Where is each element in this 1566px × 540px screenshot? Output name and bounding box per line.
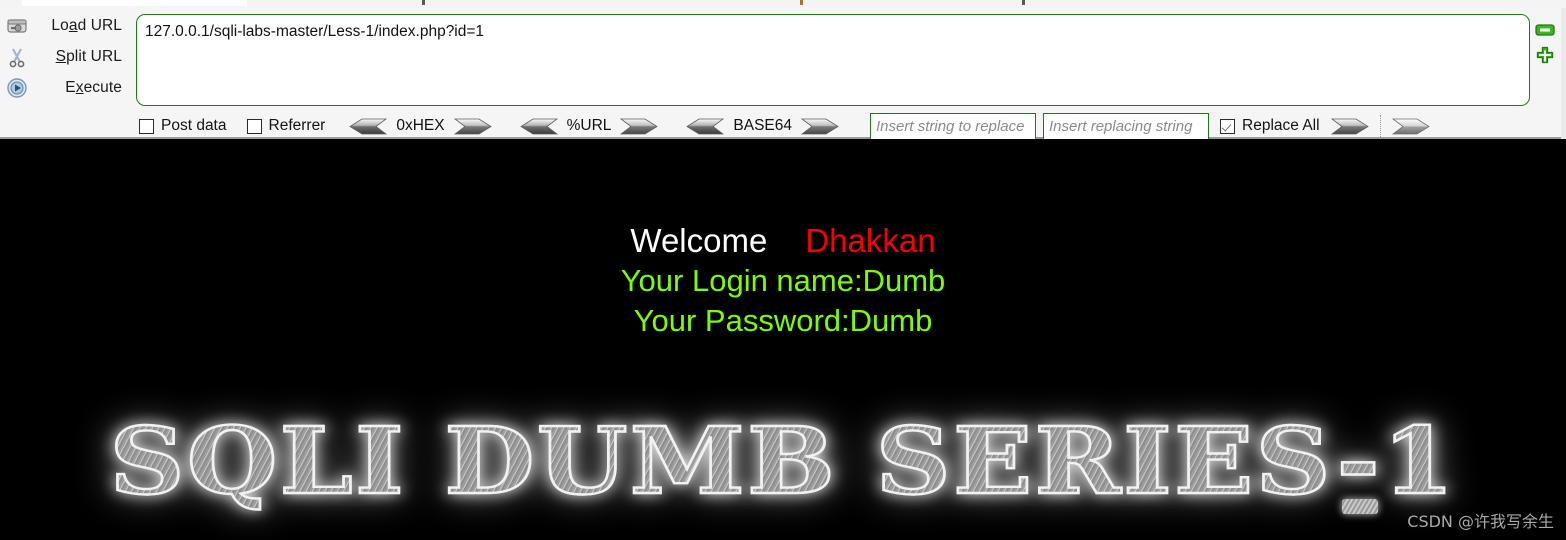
load-url-button[interactable]: Load URL — [0, 10, 130, 41]
referrer-checkbox-box[interactable] — [246, 118, 262, 134]
replace-all-label: Replace All — [1242, 117, 1320, 134]
hackbar-action-column: Load URL Split URL Execute — [0, 10, 130, 110]
execute-button[interactable]: Execute — [0, 72, 130, 103]
csdn-watermark: CSDN @许我写余生 — [1407, 512, 1554, 531]
toolbar-divider — [1379, 115, 1381, 137]
post-data-checkbox-box[interactable] — [139, 118, 154, 134]
search-string-input[interactable]: Insert string to replace — [870, 112, 1037, 140]
url-textarea[interactable]: 127.0.0.1/sqli-labs-master/Less-1/index.… — [136, 14, 1530, 106]
base64-encoder-group: BASE64 — [686, 117, 839, 136]
execute-play-icon — [7, 77, 27, 98]
url-encoder-label: %URL — [566, 117, 612, 134]
load-url-label: Load URL — [51, 16, 122, 34]
hex-decode-left-arrow-icon[interactable] — [349, 117, 388, 136]
base64-decode-left-arrow-icon[interactable] — [686, 117, 725, 136]
password-line: Your Password:Dumb — [633, 303, 933, 338]
replace-string-input[interactable]: Insert replacing string — [1043, 112, 1210, 140]
sqli-logo-wrap: SQLI DUMB SERIES-1 — [0, 407, 1566, 515]
browser-chrome-strip — [0, 0, 1566, 8]
hex-encode-right-arrow-icon[interactable] — [453, 117, 492, 136]
base64-encoder-label: BASE64 — [733, 117, 793, 134]
toolbar-right-edge — [1561, 8, 1566, 139]
plus-icon[interactable] — [1535, 46, 1555, 66]
execute-label: Execute — [65, 78, 122, 96]
extra-action-arrow-icon[interactable] — [1391, 117, 1430, 136]
split-url-scissors-icon — [9, 47, 25, 67]
minus-icon[interactable] — [1535, 22, 1555, 38]
replace-string-placeholder: Insert replacing string — [1049, 117, 1193, 135]
replace-apply-arrow-icon[interactable] — [1330, 117, 1369, 136]
base64-encode-right-arrow-icon[interactable] — [801, 117, 839, 136]
hex-encoder-group: 0xHEX — [349, 117, 492, 136]
replace-all-checkbox-box[interactable] — [1220, 118, 1236, 134]
welcome-word: Welcome — [630, 222, 768, 259]
watermark-decoration — [1342, 499, 1378, 514]
post-data-checkbox[interactable]: Post data — [139, 117, 227, 135]
chrome-glyph-c — [1022, 0, 1025, 5]
url-textarea-value: 127.0.0.1/sqli-labs-master/Less-1/index.… — [145, 23, 485, 40]
login-name-line: Your Login name:Dumb — [620, 263, 946, 298]
referrer-checkbox[interactable]: Referrer — [246, 117, 326, 135]
split-url-label: Split URL — [55, 47, 122, 65]
hackbar-options-row: Post data Referrer 0xHEX %URL BASE64 Ins… — [0, 111, 1566, 141]
url-decode-left-arrow-icon[interactable] — [519, 117, 558, 136]
sqli-dumb-series-logo: SQLI DUMB SERIES-1 — [108, 407, 1457, 515]
url-encoder-group: %URL — [519, 117, 659, 136]
split-url-button[interactable]: Split URL — [0, 41, 130, 72]
tab-stub[interactable] — [22, 0, 247, 6]
panel-size-controls — [1535, 18, 1559, 72]
hex-encoder-label: 0xHEX — [396, 117, 445, 134]
post-data-label: Post data — [161, 117, 227, 134]
screenshot-root: Load URL Split URL Execute 127.0.0.1/sql… — [0, 0, 1566, 540]
hackbar-toolbar: Load URL Split URL Execute 127.0.0.1/sql… — [0, 8, 1566, 141]
page-content: Welcome Dhakkan Your Login name:Dumb Your… — [0, 139, 1566, 540]
welcome-name: Dhakkan — [805, 222, 936, 259]
search-string-placeholder: Insert string to replace — [876, 117, 1025, 135]
load-url-icon — [7, 18, 27, 33]
login-result-banner: Welcome Dhakkan Your Login name:Dumb Your… — [0, 139, 1566, 341]
referrer-label: Referrer — [268, 117, 326, 134]
welcome-line: Welcome Dhakkan — [0, 221, 1566, 261]
url-encode-right-arrow-icon[interactable] — [620, 117, 659, 136]
chrome-glyph-b — [800, 0, 803, 5]
replace-all-checkbox[interactable]: Replace All — [1220, 117, 1320, 135]
chrome-glyph-a — [422, 0, 425, 5]
